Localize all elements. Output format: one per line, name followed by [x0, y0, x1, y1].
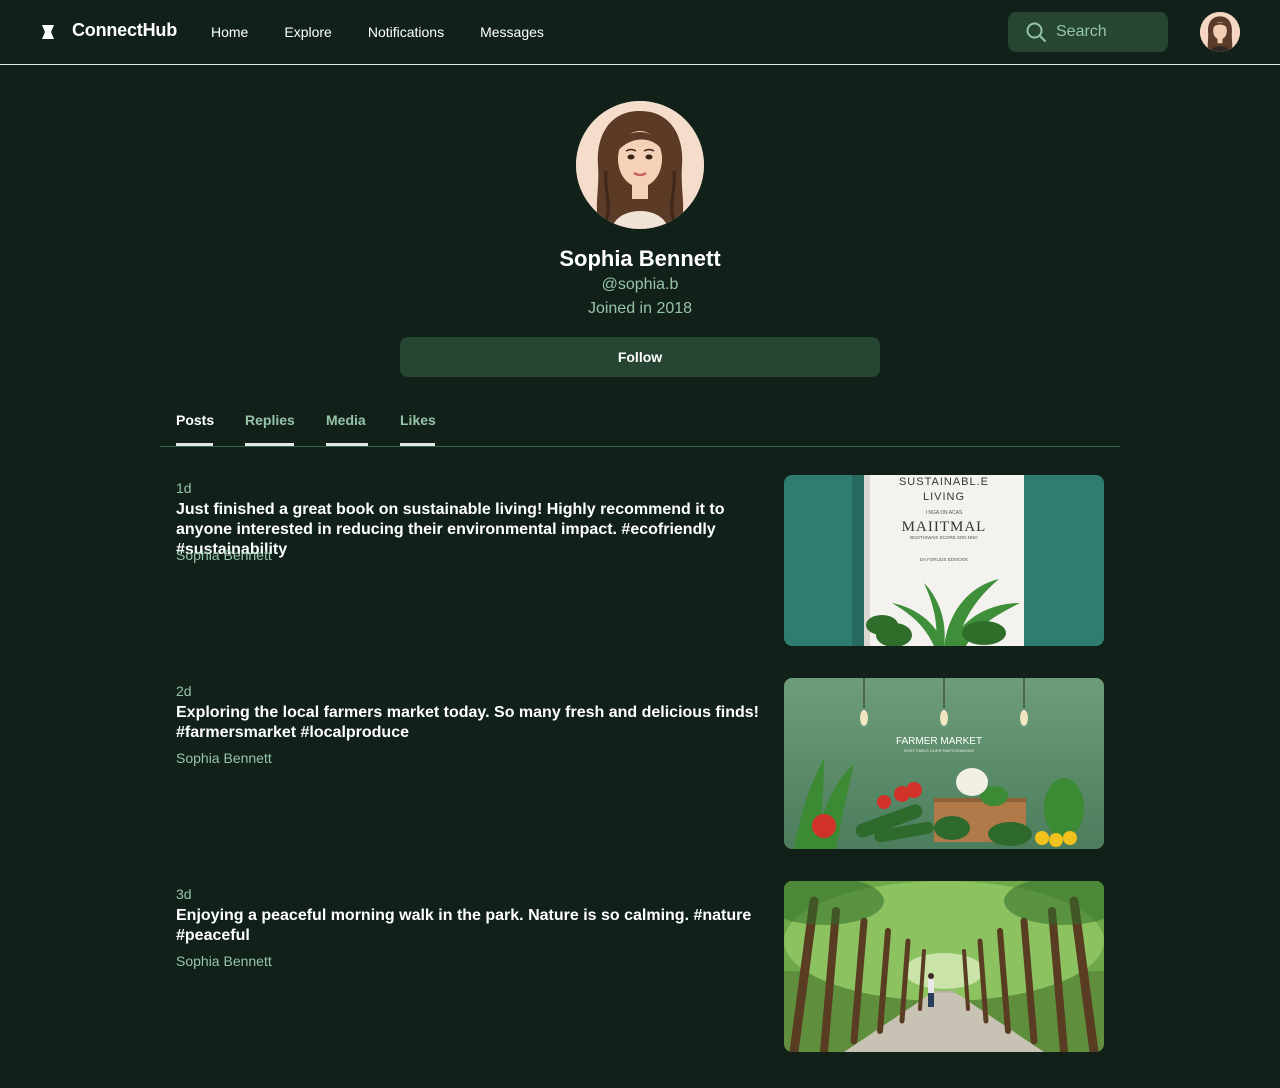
brand-name[interactable]: ConnectHub — [72, 20, 177, 41]
post-author[interactable]: Sophia Bennett — [176, 545, 272, 565]
profile-joined-date: Joined in 2018 — [587, 300, 693, 317]
book-title-line2: LIVING — [923, 491, 965, 503]
post-image-farmers-market[interactable]: FARMER MARKET ROST FARLS OURR RARTOONNOD… — [784, 678, 1104, 849]
profile-tabs: Posts Replies Media Likes — [160, 400, 1120, 447]
main-nav: Home Explore Notifications Messages — [211, 22, 580, 42]
post-text: Exploring the local farmers market today… — [176, 704, 759, 741]
user-avatar[interactable] — [1200, 12, 1240, 52]
nav-home[interactable]: Home — [211, 22, 248, 42]
post-text: Enjoying a peaceful morning walk in the … — [176, 907, 752, 944]
market-sign: FARMER MARKET — [896, 736, 982, 747]
profile-avatar — [576, 101, 704, 229]
post-author[interactable]: Sophia Bennett — [176, 748, 272, 768]
book-heading: MAIITMAL — [902, 519, 987, 535]
post-card[interactable]: 3d Enjoying a peaceful morning walk in t… — [160, 881, 1120, 1052]
search-input[interactable] — [1056, 23, 1156, 41]
post-image-park-walk[interactable] — [784, 881, 1104, 1052]
book-subtitle: I NGA DN ACAS — [926, 510, 963, 516]
follow-button[interactable]: Follow — [400, 337, 880, 377]
tab-replies[interactable]: Replies — [245, 400, 295, 446]
tab-likes[interactable]: Likes — [400, 400, 436, 446]
book-author: DA FORLIDS EDIXOOK — [920, 557, 969, 562]
nav-messages[interactable]: Messages — [480, 22, 544, 42]
post-author[interactable]: Sophia Bennett — [176, 951, 272, 971]
logo-icon[interactable] — [40, 24, 56, 40]
book-title-line1: SUSTAINABL.E — [899, 476, 989, 488]
post-timestamp: 1d — [176, 480, 192, 496]
post-card[interactable]: 1d Just finished a great book on sustain… — [160, 475, 1120, 646]
post-timestamp: 3d — [176, 886, 192, 902]
profile-handle: @sophia.b — [601, 276, 679, 293]
profile-name: Sophia Bennett — [559, 246, 721, 271]
market-subtitle: ROST FARLS OURR RARTOONNODE — [904, 748, 975, 753]
tab-posts[interactable]: Posts — [176, 400, 214, 446]
search-box[interactable] — [1008, 12, 1168, 52]
search-icon — [1026, 22, 1046, 42]
post-card[interactable]: 2d Exploring the local farmers market to… — [160, 678, 1120, 849]
book-tagline: BNOTHIWAIK ECORE SDN NNG — [910, 535, 978, 540]
post-timestamp: 2d — [176, 683, 192, 699]
top-navigation-bar: ConnectHub Home Explore Notifications Me… — [0, 0, 1280, 65]
nav-notifications[interactable]: Notifications — [368, 22, 444, 42]
tab-media[interactable]: Media — [326, 400, 368, 446]
nav-explore[interactable]: Explore — [284, 22, 331, 42]
post-image-book[interactable]: SUSTAINABL.E LIVING I NGA DN ACAS MAIITM… — [784, 475, 1104, 646]
